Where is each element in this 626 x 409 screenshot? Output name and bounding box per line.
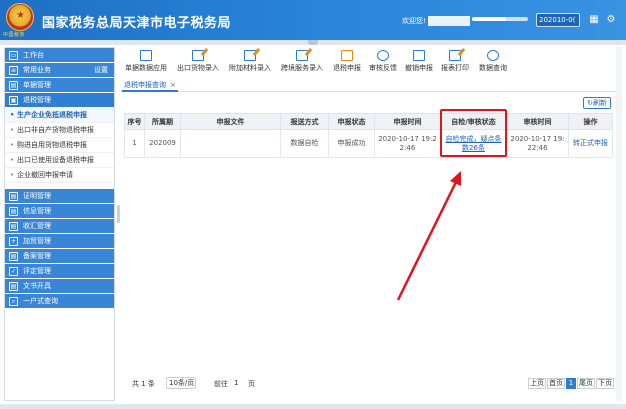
last-page-button[interactable]: 尾页 [577,378,595,389]
current-page-button[interactable]: 1 [566,378,576,389]
bottom-bar [0,404,626,409]
content-scrollbar[interactable] [616,47,622,401]
goto-page-input[interactable]: 1 [234,379,238,387]
goto-label: 前往 [214,380,228,388]
annotation-arrow-icon [396,171,461,301]
total-count: 共 1 条 [132,380,155,388]
first-page-button[interactable]: 首页 [547,378,565,389]
prev-page-button[interactable]: 上页 [528,378,546,389]
chevron-down-icon: ⌄ [187,379,193,387]
page-unit-label: 页 [248,380,255,388]
page-size-select[interactable]: 10条/页 ⌄ [166,377,196,389]
next-page-button[interactable]: 下页 [596,378,614,389]
pagination: 共 1 条 10条/页 ⌄ 前往 1 页 上页 首页 1 尾页 下页 [120,376,622,392]
